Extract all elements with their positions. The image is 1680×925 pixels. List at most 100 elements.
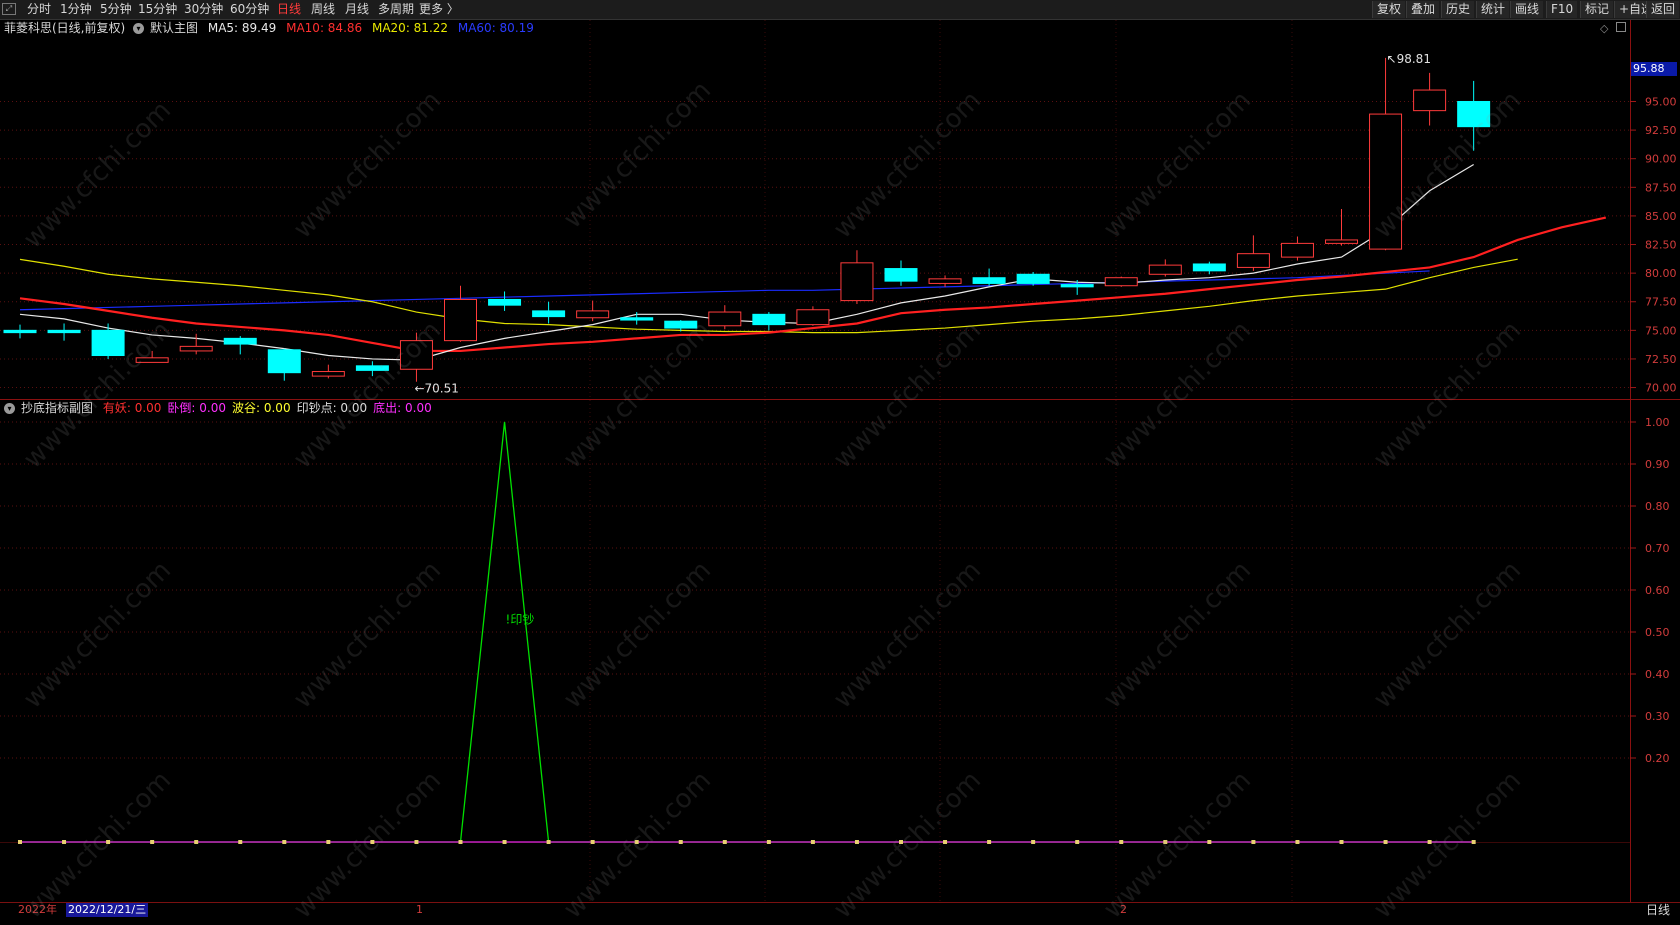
main-tick-label: 87.50 [1645, 181, 1677, 194]
watermark-text: www.cfchi.com [1367, 315, 1527, 475]
main-chart-legend: 菲菱科思(日线,前复权) ▾ 默认主图 MA5: 89.49 MA10: 84.8… [4, 21, 540, 35]
period-tab-6[interactable]: 日线 [277, 2, 301, 17]
candle-body [884, 268, 918, 282]
candle-body [1325, 239, 1358, 244]
sub-tick-label: 0.40 [1645, 668, 1670, 681]
sub-tick-label: 0.30 [1645, 710, 1670, 723]
candle-body [1413, 89, 1447, 112]
dropdown-circle-icon[interactable]: ▾ [4, 403, 15, 414]
period-tab-5[interactable]: 60分钟 [230, 2, 269, 17]
watermark-text: www.cfchi.com [17, 315, 177, 475]
tool-button-5[interactable]: F10 [1546, 1, 1578, 18]
candle-body [47, 329, 81, 334]
tool-button-2[interactable]: 历史 [1441, 1, 1475, 18]
period-tab-9[interactable]: 多周期 [378, 2, 414, 17]
period-tab-4[interactable]: 30分钟 [184, 2, 223, 17]
candle-body [664, 320, 698, 329]
zero-dot [590, 840, 595, 844]
last-price-tag: 95.88 [1631, 62, 1677, 76]
ma60-line [19, 270, 1430, 311]
zero-dot [1339, 840, 1344, 844]
zero-dot [1119, 840, 1124, 844]
candle-body [223, 337, 257, 345]
sub-indicator-3: 印钞点: 0.00 [296, 401, 368, 415]
indicator-values: 有妖: 0.00 卧倒: 0.00 波谷: 0.00 印钞点: 0.00 底出: 0.0… [103, 401, 438, 415]
period-tab-7[interactable]: 周线 [311, 2, 335, 17]
zero-dot [1427, 840, 1432, 844]
watermark-text: www.cfchi.com [827, 765, 987, 925]
candle-body [1148, 264, 1182, 275]
candle-body [1016, 273, 1050, 284]
zero-dot [987, 840, 992, 844]
ma5-line [19, 164, 1474, 361]
candle-body [840, 262, 874, 302]
main-tick-label: 95.00 [1645, 95, 1677, 108]
period-tab-3[interactable]: 15分钟 [138, 2, 177, 17]
zero-dot [678, 840, 683, 844]
ma20-value: MA20: 81.22 [371, 21, 449, 35]
candle-body [752, 313, 786, 326]
month-tick-2: 2 [1120, 903, 1127, 916]
zero-dot [502, 840, 507, 844]
watermark-text: www.cfchi.com [827, 85, 987, 245]
dropdown-circle-icon[interactable]: ▾ [133, 23, 145, 34]
ma20-line [19, 258, 1518, 334]
zero-dot [282, 840, 287, 844]
tool-button-1[interactable]: 叠加 [1406, 1, 1440, 18]
zero-dot [1163, 840, 1168, 844]
main-tick-label: 77.50 [1645, 296, 1677, 309]
sub-indicator-0: 有妖: 0.00 [102, 401, 162, 415]
candle-body [311, 371, 345, 377]
zero-dot [326, 840, 331, 844]
candle-body [444, 298, 477, 342]
tool-button-6[interactable]: 标记 [1580, 1, 1614, 18]
period-tab-10[interactable]: 更多 〉 [419, 2, 459, 17]
watermark-text: www.cfchi.com [557, 765, 717, 925]
zero-dot [238, 840, 243, 844]
zero-dot [854, 840, 859, 844]
main-tick-label: 82.50 [1645, 239, 1677, 252]
main-tick-label: 70.00 [1645, 382, 1677, 395]
sub-indicator-2: 波谷: 0.00 [232, 401, 291, 415]
candle-body [1369, 113, 1403, 250]
zero-dot [1207, 840, 1212, 844]
ma5-value: MA5: 89.49 [207, 21, 277, 35]
period-tab-8[interactable]: 月线 [345, 2, 369, 17]
period-tab-2[interactable]: 5分钟 [100, 2, 132, 17]
low-price-label: ←70.51 [414, 382, 458, 396]
watermark-text: www.cfchi.com [827, 315, 987, 475]
tool-button-4[interactable]: 画线 [1510, 1, 1544, 18]
chart-canvas[interactable]: 70.00 72.50 75.00 77.50 80.00 82.50 85.00 87.50… [0, 0, 1680, 918]
zero-dot [1031, 840, 1036, 844]
period-label: 日线 [1646, 903, 1671, 917]
zero-dot [1295, 840, 1300, 844]
watermark-text: www.cfchi.com [287, 555, 447, 715]
candle-body [488, 298, 522, 306]
signal-label: !印钞 [506, 611, 535, 626]
signal-line [20, 421, 1474, 843]
main-tick-label: 80.00 [1645, 267, 1677, 280]
zero-dot [194, 840, 199, 844]
zero-dot [62, 840, 67, 844]
watermark-text: www.cfchi.com [17, 95, 177, 255]
maximize-icon[interactable] [1616, 22, 1626, 32]
diamond-icon[interactable]: ◇ [1600, 22, 1608, 35]
stock-name[interactable]: 菲菱科思(日线,前复权) [4, 21, 125, 35]
candle-body [972, 277, 1006, 284]
candle-body [399, 340, 433, 370]
period-tab-0[interactable]: 分时 [27, 2, 51, 17]
period-tab-1[interactable]: 1分钟 [60, 2, 92, 17]
template-name[interactable]: 默认主图 [150, 21, 198, 35]
time-axis [0, 902, 1680, 919]
tool-button-3[interactable]: 统计 [1476, 1, 1510, 18]
tool-button-0[interactable]: 复权 [1372, 1, 1406, 18]
window-restore-icon[interactable]: ⤢ [2, 3, 16, 15]
tool-button-8[interactable]: 返回 [1646, 1, 1680, 18]
zero-dot [546, 840, 551, 844]
zero-dot [899, 840, 903, 844]
watermark-text: www.cfchi.com [1367, 85, 1527, 245]
zero-dot [150, 840, 155, 844]
indicator-name[interactable]: 抄底指标副图 [21, 401, 93, 415]
zero-dot [943, 840, 948, 844]
candle-body [1104, 277, 1138, 287]
